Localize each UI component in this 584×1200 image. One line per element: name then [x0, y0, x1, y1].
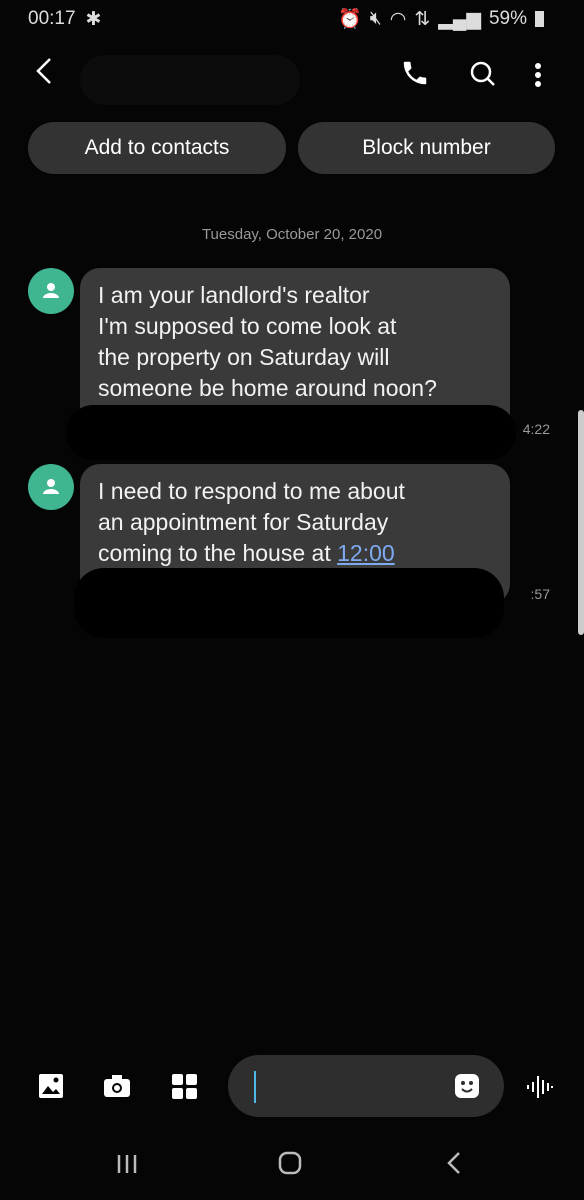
back-nav-button[interactable]	[446, 1150, 462, 1182]
message-input[interactable]	[228, 1055, 504, 1117]
message-line: someone be home around noon?	[98, 375, 437, 401]
apps-icon[interactable]	[172, 1074, 198, 1105]
back-icon[interactable]	[34, 56, 54, 94]
message-time: 4:22	[522, 421, 550, 437]
redaction	[66, 405, 516, 460]
gear-icon: ✱	[85, 8, 102, 30]
battery-level: 59%	[488, 8, 527, 29]
recent-apps-button[interactable]	[116, 1150, 138, 1182]
redaction	[74, 568, 504, 638]
message-line: coming to the house at 12:00	[98, 538, 492, 569]
block-number-button[interactable]: Block number	[298, 122, 555, 174]
status-bar: 00:17 ✱ ⏰ 🔇︎ ◠ ⇅ ▂▄▆ 59%	[28, 6, 544, 32]
gallery-icon[interactable]	[38, 1073, 64, 1104]
phone-icon[interactable]	[400, 58, 430, 93]
redacted-contact-name	[80, 55, 300, 105]
text-cursor	[254, 1071, 256, 1103]
home-button[interactable]	[278, 1150, 302, 1182]
more-icon[interactable]	[532, 62, 544, 93]
contact-avatar[interactable]	[28, 268, 74, 314]
message-line: the property on Saturday will	[98, 344, 390, 370]
data-icon: ⇅	[414, 8, 431, 30]
status-time: 00:17	[28, 8, 76, 29]
scrollbar[interactable]	[578, 410, 584, 635]
sticker-icon[interactable]	[454, 1073, 480, 1104]
message-line: I am your landlord's realtor	[98, 282, 370, 308]
message-line: an appointment for Saturday	[98, 509, 389, 535]
message-time: :57	[530, 586, 550, 602]
contact-avatar[interactable]	[28, 464, 74, 510]
voice-icon[interactable]	[526, 1074, 554, 1105]
mute-icon: 🔇︎	[369, 8, 382, 29]
date-divider: Tuesday, October 20, 2020	[201, 226, 383, 243]
alarm-icon: ⏰	[338, 9, 362, 30]
person-icon	[43, 479, 59, 494]
wifi-icon: ◠	[389, 8, 407, 30]
signal-icon: ▂▄▆	[438, 8, 481, 30]
add-to-contacts-button[interactable]: Add to contacts	[28, 122, 286, 174]
message-line: I need to respond to me about	[98, 478, 405, 504]
camera-icon[interactable]	[103, 1074, 131, 1103]
search-icon[interactable]	[469, 60, 497, 93]
person-icon	[43, 283, 59, 298]
battery-icon	[535, 11, 544, 27]
message-text: coming to the house at	[98, 540, 338, 566]
time-link[interactable]: 12:00	[337, 540, 395, 566]
message-line: I'm supposed to come look at	[98, 313, 397, 339]
